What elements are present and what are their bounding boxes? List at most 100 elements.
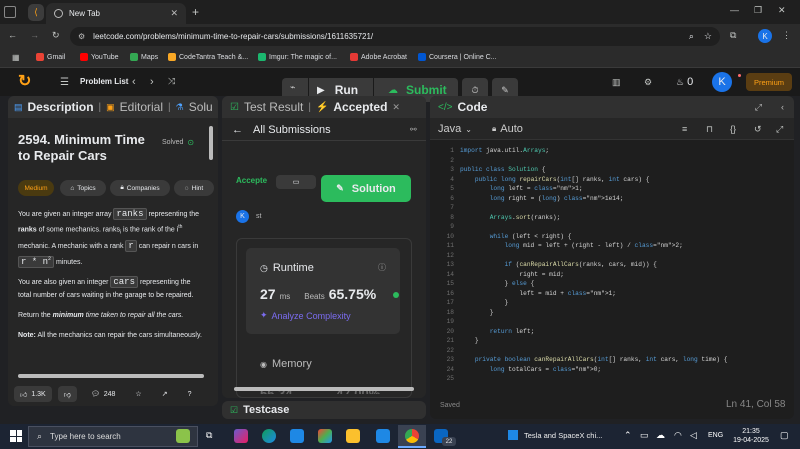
next-problem-icon[interactable]: › [150, 76, 154, 88]
help-icon[interactable]: ? [188, 391, 192, 398]
bookmark-maps[interactable]: Maps [130, 53, 158, 61]
windows-start-icon[interactable] [10, 430, 22, 442]
taskbar-search-box[interactable]: ⌕ Type here to search [28, 426, 198, 447]
browser-tab-new-tab[interactable]: New Tab ✕ [46, 3, 186, 24]
bookmark-icon[interactable]: ⊓ [706, 124, 713, 135]
code-line[interactable]: 6 long right = (long) class="nm">1e14; [430, 194, 794, 204]
code-editor[interactable]: 1 import java.util.Arrays; 2 3 public class … [430, 146, 794, 386]
vscode-icon[interactable] [376, 429, 390, 443]
comments-button[interactable]: 💬︎ 248 [91, 390, 116, 399]
reset-icon[interactable]: ↺ [754, 124, 762, 135]
bookmark-coursera[interactable]: Coursera | Online C... [418, 53, 497, 61]
site-info-icon[interactable]: ⚙ [78, 32, 85, 41]
code-line[interactable]: 25 [430, 374, 794, 384]
close-tab-icon[interactable]: ✕ [392, 102, 400, 113]
companies-tag[interactable]: 🔒︎ Companies [110, 180, 170, 196]
apps-grid-icon[interactable]: ▦ [12, 53, 20, 62]
code-line[interactable]: 3 public class Solution { [430, 165, 794, 175]
testcase-panel-header[interactable]: ☑ Testcase [222, 401, 426, 419]
code-line[interactable]: 11 long mid = left + (right - left) / cl… [430, 241, 794, 251]
battery-icon[interactable]: ▭ [640, 430, 649, 441]
minimize-icon[interactable]: — [730, 5, 739, 15]
code-line[interactable]: 7 [430, 203, 794, 213]
tab-test-result[interactable]: Test Result [244, 100, 303, 114]
code-line[interactable]: 19 [430, 317, 794, 327]
bookmark-codetantra[interactable]: CodeTantra Teach &... [168, 53, 248, 61]
code-line[interactable]: 9 [430, 222, 794, 232]
reload-icon[interactable]: ↻ [52, 30, 60, 41]
url-field[interactable]: ⚙ leetcode.com/problems/minimum-time-to-… [70, 27, 720, 46]
hint-tag[interactable]: ◌ Hint [174, 180, 214, 196]
leetcode-pinned-tab-icon[interactable]: ⟨ [28, 4, 44, 21]
tab-accepted[interactable]: Accepted [333, 100, 387, 114]
code-line[interactable]: 2 [430, 156, 794, 166]
tab-description[interactable]: Description [28, 100, 94, 114]
auto-mode-toggle[interactable]: 🔒︎ Auto [492, 123, 523, 135]
code-line[interactable]: 23 private boolean canRepairAllCars(int[… [430, 355, 794, 365]
user-avatar[interactable]: K [712, 72, 732, 92]
code-line[interactable]: 15 } else { [430, 279, 794, 289]
code-line[interactable]: 24 long totalCars = class="nm">0; [430, 365, 794, 375]
language-select[interactable]: Java ⌄ [438, 123, 472, 135]
edge-icon[interactable] [262, 429, 276, 443]
share-icon[interactable]: ↗ [162, 390, 168, 398]
file-explorer-icon[interactable] [346, 429, 360, 443]
bookmark-star-icon[interactable]: ☆ [704, 31, 712, 42]
volume-icon[interactable]: ◁ [690, 430, 697, 441]
profile-avatar[interactable]: K [758, 29, 772, 43]
topics-tag[interactable]: ⌂ Topics [60, 180, 106, 196]
problem-list-link[interactable]: Problem List [80, 77, 128, 86]
code-line[interactable]: 14 right = mid; [430, 270, 794, 280]
leetcode-logo-icon[interactable]: ↻ [18, 73, 34, 91]
tab-editorial[interactable]: Editorial [120, 100, 163, 114]
info-icon[interactable]: ⓘ [378, 262, 386, 273]
code-line[interactable]: 17 } [430, 298, 794, 308]
code-line[interactable]: 10 while (left < right) { [430, 232, 794, 242]
shuffle-icon[interactable]: ⤨ [168, 76, 175, 87]
clock[interactable]: 21:35 19-04-2025 [730, 427, 772, 445]
tray-chevron-up-icon[interactable]: ⌃ [624, 430, 632, 441]
braces-icon[interactable]: {} [730, 124, 736, 134]
copilot-icon[interactable] [234, 429, 248, 443]
code-line[interactable]: 16 left = mid + class="nm">1; [430, 289, 794, 299]
wifi-icon[interactable]: ◠ [674, 430, 682, 441]
submission-hscrollbar[interactable] [234, 387, 414, 391]
window-close-icon[interactable]: ✕ [778, 5, 786, 16]
chrome-taskbar-item[interactable] [398, 425, 426, 448]
collapse-icon[interactable]: ‹ [781, 102, 784, 112]
memory-header[interactable]: ◉ Memory [260, 358, 312, 370]
back-icon[interactable]: ← [8, 30, 17, 40]
restore-icon[interactable]: ❐ [754, 5, 762, 16]
extensions-icon[interactable]: ⧉ [730, 30, 736, 41]
tab-search-icon[interactable] [4, 6, 16, 18]
store-icon[interactable] [318, 429, 332, 443]
task-view-icon[interactable]: ⧉ [206, 430, 212, 441]
settings-gear-icon[interactable]: ⚙ [644, 77, 652, 88]
runtime-card[interactable]: ◷ Runtime ⓘ 27 ms Beats 65.75% ✦ Analyze… [246, 248, 400, 334]
problem-list-icon[interactable]: ☰ [60, 77, 69, 88]
expand-icon[interactable]: ⤢ [776, 124, 783, 135]
bookmark-adobe[interactable]: Adobe Acrobat [350, 53, 407, 61]
forward-icon[interactable]: → [30, 30, 39, 40]
premium-button[interactable]: Premium [746, 73, 792, 91]
difficulty-tag[interactable]: Medium [18, 180, 54, 196]
code-line[interactable]: 18 } [430, 308, 794, 318]
code-line[interactable]: 22 [430, 346, 794, 356]
favorite-star-icon[interactable]: ☆ [135, 390, 141, 398]
input-language[interactable]: ENG [708, 432, 723, 439]
code-line[interactable]: 21 } [430, 336, 794, 346]
solution-button[interactable]: ✎ Solution [321, 175, 411, 202]
bookmark-youtube[interactable]: YouTube [80, 53, 119, 61]
cloud-icon[interactable]: ☁ [656, 430, 665, 441]
code-line[interactable]: 4 public long repairCars(int[] ranks, in… [430, 175, 794, 185]
description-hscrollbar[interactable] [18, 374, 204, 378]
dislike-button[interactable]: 👎︎ [57, 386, 77, 402]
maximize-icon[interactable]: ⤢ [755, 102, 762, 113]
browser-menu-icon[interactable]: ⋮ [782, 30, 791, 41]
like-button[interactable]: 👍︎ 1.3K [14, 386, 52, 402]
streak-counter[interactable]: ♨ 0 [676, 76, 693, 88]
notifications-icon[interactable]: ▢ [780, 430, 789, 441]
zoom-search-icon[interactable]: ⌕ [689, 31, 694, 42]
format-icon[interactable]: ≡ [682, 124, 687, 134]
submitter-avatar[interactable]: K [236, 210, 249, 223]
